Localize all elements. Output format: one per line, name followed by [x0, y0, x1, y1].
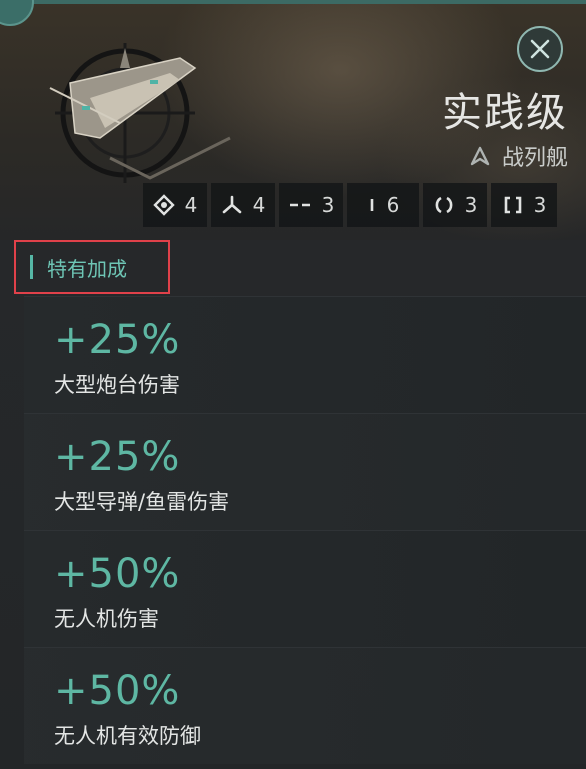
bonus-label: 无人机伤害 [54, 607, 159, 631]
ship-class: 战列舰 [468, 140, 568, 172]
ship-name: 实践级 [442, 90, 568, 136]
heavy-turret-icon [152, 194, 175, 216]
slot-count: 4 [252, 193, 266, 217]
slot-count: 3 [464, 193, 478, 217]
slot-count: 3 [533, 193, 547, 217]
bonus-label: 无人机有效防御 [54, 724, 201, 748]
bonus-item: +50% 无人机伤害 [24, 530, 586, 647]
slot-heavy-turret: 4 [143, 183, 207, 227]
slot-ring: 3 [423, 183, 487, 227]
slot-summary: 4 4 3 6 3 3 [143, 183, 557, 227]
tri-blade-icon [222, 195, 241, 214]
slot-count: 4 [184, 193, 198, 217]
slot-count: 6 [386, 193, 400, 217]
bracket-icon [504, 196, 521, 214]
bonus-section-header: 特有加成 [14, 240, 170, 294]
slot-double-dash: 3 [279, 183, 343, 227]
slot-bracket: 3 [491, 183, 557, 227]
bonus-value: +50% [54, 668, 181, 714]
bonus-item: +50% 无人机有效防御 [24, 647, 586, 764]
bonus-value: +25% [54, 434, 181, 480]
chevron-up-icon [470, 146, 490, 166]
bonus-value: +50% [54, 551, 181, 597]
double-dash-icon [289, 203, 310, 207]
top-accent-bar [0, 0, 586, 4]
bonus-item: +25% 大型导弹/鱼雷伤害 [24, 413, 586, 530]
slot-tri-blade: 4 [211, 183, 275, 227]
bonus-header-accent [30, 255, 33, 279]
close-icon [530, 39, 550, 59]
bonus-item: +25% 大型炮台伤害 [24, 296, 586, 413]
ship-class-label: 战列舰 [501, 146, 568, 171]
slot-single-bar: 6 [347, 183, 419, 227]
ship-image [49, 43, 231, 183]
bonus-section-title: 特有加成 [47, 256, 127, 281]
bonus-value: +25% [54, 317, 181, 363]
bonus-label: 大型导弹/鱼雷伤害 [54, 490, 230, 514]
bonus-label: 大型炮台伤害 [54, 373, 180, 397]
ship-info-panel: 实践级 战列舰 4 4 3 6 3 3 特有加成 +25% 大型炮台伤害 +25… [0, 0, 586, 769]
close-button[interactable] [517, 26, 563, 72]
slot-count: 3 [321, 193, 335, 217]
ring-icon [435, 196, 453, 214]
bonus-list: +25% 大型炮台伤害 +25% 大型导弹/鱼雷伤害 +50% 无人机伤害 +5… [24, 296, 586, 764]
single-bar-icon [370, 199, 373, 211]
